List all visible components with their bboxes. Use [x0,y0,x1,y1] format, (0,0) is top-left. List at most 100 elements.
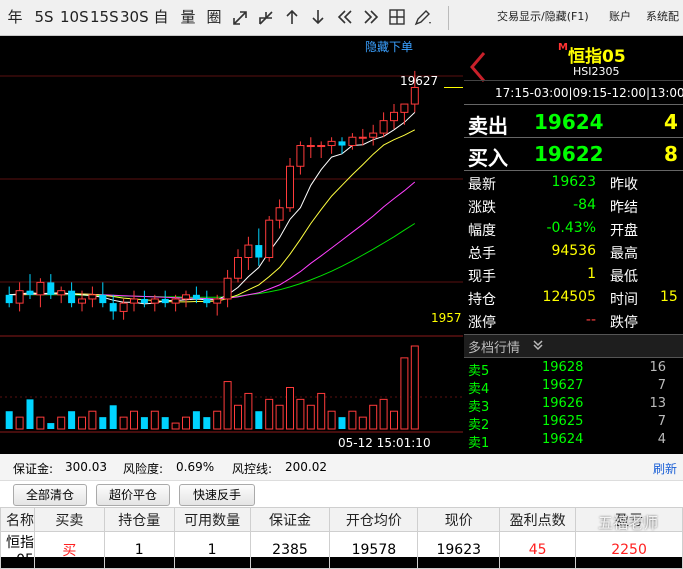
col-qty: 持仓量 [103,507,175,532]
candle-body [244,244,253,258]
ma60-line [9,223,416,298]
candle-body [213,298,222,304]
candlestick-chart[interactable] [0,36,463,454]
period-year-button[interactable]: 年 [4,4,26,30]
candle-body [99,294,107,304]
total-volume-label: 总手 [468,246,496,262]
volume-bar [400,357,409,430]
positions-header-row: 名称 买卖 持仓量 可用数量 保证金 开仓均价 现价 盈利点数 盈亏 [0,507,683,532]
depth-volume: 16 [649,360,666,375]
expand-icon[interactable] [230,4,250,30]
arrow-down-icon[interactable] [309,4,327,30]
change-pct-value: -0.43% [546,220,596,236]
shrink-icon[interactable] [256,4,276,30]
arrow-up-icon[interactable] [283,4,301,30]
candle-body [130,298,138,304]
limit-up-label: 涨停 [468,315,496,331]
depth-header[interactable]: 多档行情 [464,334,683,358]
refresh-link[interactable]: 刷新 [653,460,677,477]
ask-price[interactable]: 19624 [534,110,604,134]
volume-bar [306,404,315,430]
candle-body [275,207,284,221]
kline-chart-area[interactable]: 隐藏下单 19627 1957 05-12 15:01:10 [0,36,463,454]
toolbar-divider [448,6,449,30]
over-price-close-button[interactable]: 超价平仓 [96,484,170,506]
volume-bar [161,417,169,429]
volume-bar [68,411,76,429]
period-10s-button[interactable]: 10S [60,4,89,30]
depth-price[interactable]: 19625 [542,414,583,429]
grid-icon[interactable] [388,4,406,30]
close-all-button[interactable]: 全部清仓 [13,484,87,506]
col-side: 买卖 [33,507,105,532]
change-value: -84 [573,197,596,213]
period-custom-button[interactable]: 自 [151,4,171,30]
quick-reverse-button[interactable]: 快速反手 [179,484,255,506]
table-row[interactable]: 恒指05 买 1 1 2385 19578 19623 45 2250 [0,531,683,569]
contract-code: HSI2305 [573,65,620,78]
cell-qty: 1 [103,531,175,569]
candle-body [234,257,242,279]
contract-name: 恒指05 [568,47,626,67]
depth-volume: 13 [649,396,666,411]
candle-body [36,281,45,296]
hide-orders-link[interactable]: 隐藏下单 [365,38,413,55]
toggle-trade-panel-link[interactable]: 交易显示/隐藏(F1) [497,4,589,30]
depth-price[interactable]: 19627 [542,378,583,393]
high-price-label: 19627 [400,74,439,88]
volume-button[interactable]: 量 [178,4,198,30]
bid-label: 买入 [468,146,508,170]
ask-volume: 4 [664,110,678,134]
candle-body [57,290,66,296]
candle-body [265,219,274,258]
last-volume-label: 现手 [468,269,496,285]
time-value: 15 [660,289,678,305]
depth-price[interactable]: 19628 [542,360,583,375]
volume-bar [348,410,357,430]
candle-body [369,132,378,138]
cell-margin: 2385 [249,531,331,569]
period-15s-button[interactable]: 15S [90,4,119,30]
margin-value: 300.03 [65,460,107,474]
volume-bar [338,417,346,429]
volume-bar [379,398,388,430]
quote-panel: M 恒指05 HSI2305 17:15-03:00|09:15-12:00|1… [464,36,683,454]
candle-body [255,245,263,258]
period-30s-button[interactable]: 30S [120,4,149,30]
volume-bar [57,416,66,430]
back-arrow-icon[interactable] [468,50,488,84]
axis-price-label: 1957 [431,311,462,325]
depth-label: 卖2 [468,418,490,433]
scroll-left-icon[interactable] [335,4,355,30]
depth-label: 卖1 [468,436,490,451]
prev-close-label: 昨收 [610,177,638,193]
account-menu-link[interactable]: 账户 [609,4,631,30]
volume-bar [99,417,107,429]
volume-bar [369,404,378,430]
bid-price[interactable]: 19622 [534,142,604,166]
system-config-link[interactable]: 系统配 [646,4,679,30]
candle-body [68,290,76,304]
open-interest-value: 124505 [542,289,596,305]
candle-body [5,294,13,304]
volume-bar [47,423,55,429]
low-label: 最低 [610,269,638,285]
limit-up-value: -- [585,312,596,328]
draw-tool-icon[interactable] [412,4,434,30]
double-chevron-down-icon[interactable] [532,339,544,351]
ma10-line [9,129,416,303]
volume-bar [358,416,367,430]
cursor-timestamp: 05-12 15:01:10 [338,436,431,450]
volume-bar [213,410,222,430]
depth-price[interactable]: 19624 [542,432,583,447]
candle-body [15,290,24,304]
depth-price[interactable]: 19626 [542,396,583,411]
period-5s-button[interactable]: 5S [32,4,56,30]
scroll-right-icon[interactable] [361,4,381,30]
cell-pnl: 2250 [575,531,683,569]
bid-volume: 8 [664,142,678,166]
circle-button[interactable]: 圈 [204,4,224,30]
account-summary: 保证金: 300.03 风险度: 0.69% 风控线: 200.02 刷新 [0,454,683,481]
chart-grid [0,75,463,433]
volume-bar [296,398,305,430]
